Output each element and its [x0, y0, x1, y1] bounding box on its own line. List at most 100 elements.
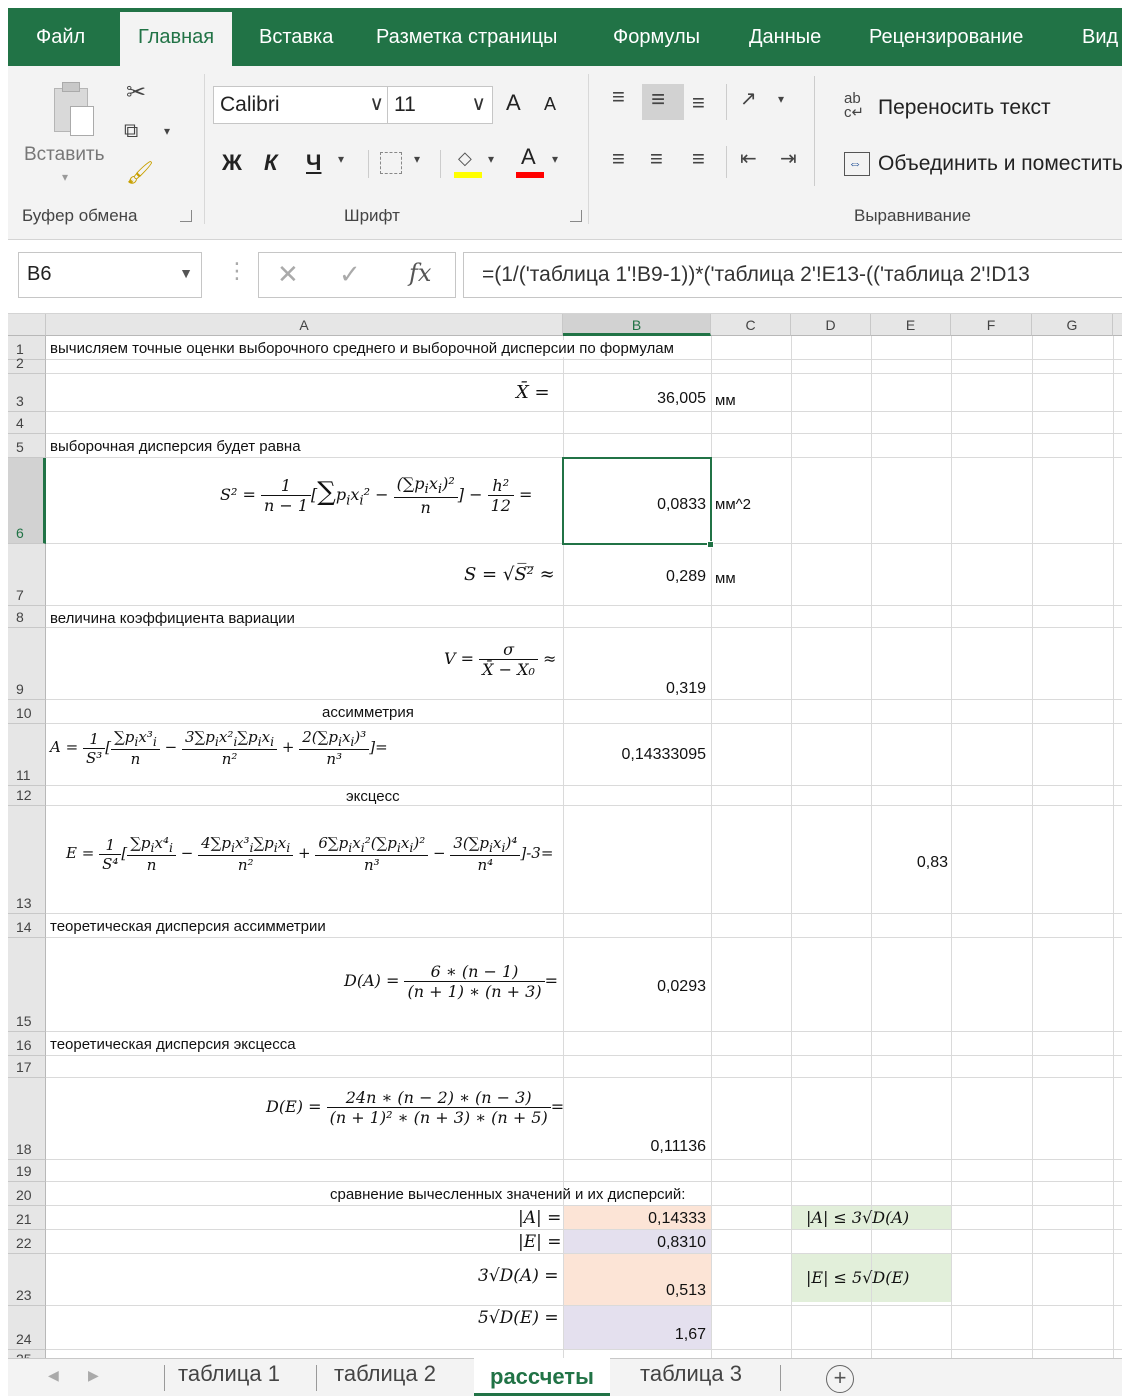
cell-a5[interactable]: выборочная дисперсия будет равна	[50, 438, 301, 455]
align-middle-icon[interactable]: ≡	[642, 84, 684, 120]
sheet-tab-table-1[interactable]: таблица 1	[178, 1361, 280, 1387]
cell-b24[interactable]: 1,67	[568, 1326, 706, 1344]
cell-b18[interactable]: 0,11136	[568, 1138, 706, 1156]
font-color-dropdown-icon[interactable]: ▾	[552, 152, 558, 166]
row-header[interactable]: 1	[8, 336, 46, 360]
column-header-b[interactable]: B	[563, 314, 711, 336]
column-header-a[interactable]: A	[46, 314, 563, 336]
row-header[interactable]: 14	[8, 914, 46, 938]
paste-button[interactable]: Вставить	[24, 144, 105, 166]
underline-button[interactable]: Ч	[306, 150, 321, 176]
cell-b23[interactable]: 0,513	[568, 1282, 706, 1300]
enter-icon[interactable]: ✓	[339, 259, 361, 290]
cell-a12[interactable]: эксцесс	[346, 788, 400, 805]
tab-home[interactable]: Главная	[120, 12, 233, 66]
font-color-icon[interactable]: A	[516, 144, 544, 178]
orientation-dropdown-icon[interactable]: ▾	[778, 92, 784, 106]
orientation-icon[interactable]: ↗	[740, 86, 757, 111]
decrease-indent-icon[interactable]: ⇤	[740, 146, 757, 171]
merge-center-button[interactable]: Объединить и поместить	[878, 152, 1122, 176]
chevron-down-icon[interactable]: ∨	[471, 91, 486, 116]
column-header-d[interactable]: D	[791, 314, 871, 336]
tab-data[interactable]: Данные	[749, 26, 821, 49]
row-header[interactable]: 6	[8, 458, 46, 544]
clipboard-launcher-icon[interactable]	[180, 210, 192, 222]
align-right-icon[interactable]: ≡	[692, 146, 705, 172]
row-header[interactable]: 16	[8, 1032, 46, 1056]
increase-indent-icon[interactable]: ⇥	[780, 146, 797, 171]
font-name-combo[interactable]: Calibri ∨	[213, 86, 391, 124]
fill-color-icon[interactable]: ◇	[454, 148, 482, 178]
row-header[interactable]: 21	[8, 1206, 46, 1230]
row-header[interactable]: 8	[8, 606, 46, 628]
column-header-c[interactable]: C	[711, 314, 791, 336]
row-header[interactable]: 24	[8, 1306, 46, 1350]
grow-font-button[interactable]: A	[506, 90, 521, 116]
row-header[interactable]: 18	[8, 1078, 46, 1160]
cell-c3[interactable]: мм	[715, 392, 736, 409]
column-header-h[interactable]	[1113, 314, 1122, 336]
borders-dropdown-icon[interactable]: ▾	[414, 152, 420, 166]
scroll-left-icon[interactable]: ◀	[48, 1367, 59, 1384]
formula-input[interactable]: =(1/('таблица 1'!B9-1))*('таблица 2'!E13…	[463, 252, 1122, 298]
sheet-tab-calculations[interactable]: рассчеты	[474, 1358, 610, 1396]
copy-icon[interactable]: ⧉	[124, 120, 138, 143]
row-header[interactable]: 10	[8, 700, 46, 724]
chevron-down-icon[interactable]: ∨	[369, 91, 384, 116]
tab-review[interactable]: Рецензирование	[869, 26, 1023, 49]
chevron-down-icon[interactable]: ▼	[179, 265, 193, 281]
cell-e13[interactable]: 0,83	[888, 854, 948, 872]
cell-a8[interactable]: величина коэффициента вариации	[50, 610, 295, 627]
sheet-tab-table-2[interactable]: таблица 2	[334, 1361, 436, 1387]
cell-a14[interactable]: теоретическая дисперсия ассимметрии	[50, 918, 326, 935]
column-header-f[interactable]: F	[951, 314, 1032, 336]
more-options-icon[interactable]: ⋮	[226, 258, 248, 284]
cancel-icon[interactable]: ✕	[277, 259, 299, 290]
font-size-combo[interactable]: 11 ∨	[387, 86, 493, 124]
cell-b9[interactable]: 0,319	[568, 680, 706, 698]
column-header-e[interactable]: E	[871, 314, 951, 336]
row-header[interactable]: 11	[8, 724, 46, 786]
tab-page-layout[interactable]: Разметка страницы	[376, 26, 557, 49]
font-launcher-icon[interactable]	[570, 210, 582, 222]
tab-file[interactable]: Файл	[36, 26, 85, 49]
row-header[interactable]: 15	[8, 938, 46, 1032]
copy-dropdown-icon[interactable]: ▾	[164, 124, 170, 138]
select-all-corner[interactable]	[8, 314, 46, 336]
row-header[interactable]: 20	[8, 1182, 46, 1206]
paste-dropdown-icon[interactable]: ▾	[62, 170, 68, 184]
sheet-tab-table-3[interactable]: таблица 3	[640, 1361, 742, 1387]
scroll-right-icon[interactable]: ▶	[88, 1367, 99, 1384]
row-header[interactable]: 13	[8, 806, 46, 914]
underline-dropdown-icon[interactable]: ▾	[338, 152, 344, 166]
row-header[interactable]: 7	[8, 544, 46, 606]
borders-icon[interactable]	[380, 152, 402, 174]
shrink-font-button[interactable]: A	[544, 94, 556, 115]
column-header-g[interactable]: G	[1032, 314, 1113, 336]
wrap-text-icon[interactable]: ab c↵	[844, 91, 864, 120]
row-header[interactable]: 19	[8, 1160, 46, 1182]
cell-a10[interactable]: ассимметрия	[322, 704, 414, 721]
bold-button[interactable]: Ж	[222, 150, 242, 176]
row-header[interactable]: 4	[8, 412, 46, 434]
row-header[interactable]: 17	[8, 1056, 46, 1078]
paste-icon[interactable]	[50, 82, 96, 138]
row-header[interactable]: 25	[8, 1350, 46, 1358]
tab-view[interactable]: Вид	[1082, 26, 1118, 49]
row-header[interactable]: 12	[8, 786, 46, 806]
cut-icon[interactable]: ✂	[126, 78, 146, 107]
cell-a16[interactable]: теоретическая дисперсия эксцесса	[50, 1036, 296, 1053]
cell-b7[interactable]: 0,289	[568, 568, 706, 586]
row-header[interactable]: 9	[8, 628, 46, 700]
align-center-icon[interactable]: ≡	[650, 146, 663, 172]
cell-b22[interactable]: 0,8310	[568, 1234, 706, 1252]
tab-formulas[interactable]: Формулы	[613, 26, 700, 49]
cell-c6[interactable]: мм^2	[715, 496, 751, 513]
row-header[interactable]: 22	[8, 1230, 46, 1254]
fill-dropdown-icon[interactable]: ▾	[488, 152, 494, 166]
row-header[interactable]: 5	[8, 434, 46, 458]
format-painter-icon[interactable]: 🖌	[126, 160, 154, 186]
row-header[interactable]: 2	[8, 355, 46, 374]
row-header[interactable]: 3	[8, 374, 46, 412]
align-left-icon[interactable]: ≡	[612, 146, 625, 172]
